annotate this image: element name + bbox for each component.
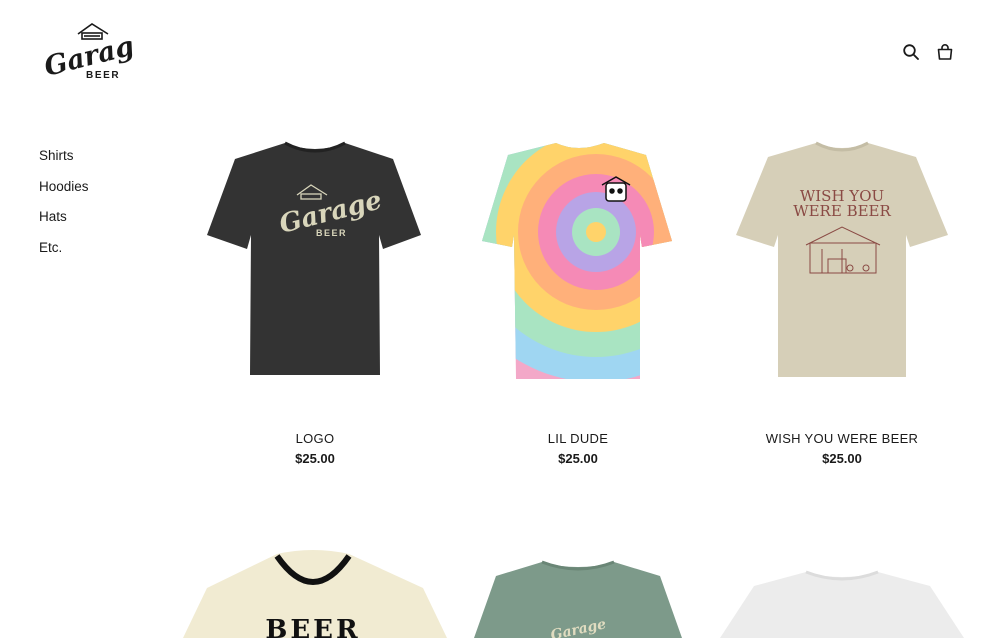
nav-item-shirts[interactable]: Shirts xyxy=(39,148,89,179)
product-image-wish-shirt[interactable]: WISH YOU WERE BEER xyxy=(710,137,974,397)
product-card-logo[interactable]: Garage BEER LOGO $25.00 xyxy=(183,137,447,466)
product-name[interactable]: LIL DUDE xyxy=(446,431,710,446)
product-image-beer-ringer-shirt[interactable]: BEER xyxy=(183,548,447,638)
product-card-wish-you-were-beer[interactable]: WISH YOU WERE BEER WISH YOU WERE BEER $2… xyxy=(710,137,974,466)
product-price: $25.00 xyxy=(822,451,862,466)
product-image-logo-shirt[interactable]: Garage BEER xyxy=(183,137,447,397)
product-card-row2-3[interactable] xyxy=(710,548,974,638)
product-card-row2-2[interactable]: Garage xyxy=(446,548,710,638)
product-price: $25.00 xyxy=(295,451,335,466)
shirt-print-word: BEER xyxy=(265,615,360,638)
logo-sub: BEER xyxy=(86,70,120,81)
shirt-print-line2: WERE BEER xyxy=(793,202,891,220)
product-card-row2-1[interactable]: BEER xyxy=(183,548,447,638)
header-actions xyxy=(902,43,954,61)
tie-dye-pattern xyxy=(482,143,672,379)
search-icon[interactable] xyxy=(902,43,920,61)
shirt-shape xyxy=(720,572,964,638)
shirt-shape xyxy=(207,143,421,375)
product-name[interactable]: LOGO xyxy=(183,431,447,446)
nav-item-hats[interactable]: Hats xyxy=(39,209,89,240)
product-card-lil-dude[interactable]: LIL DUDE $25.00 xyxy=(446,137,710,466)
nav-item-hoodies[interactable]: Hoodies xyxy=(39,179,89,210)
nav-item-etc[interactable]: Etc. xyxy=(39,240,89,271)
category-nav: Shirts Hoodies Hats Etc. xyxy=(39,148,89,270)
product-name[interactable]: WISH YOU WERE BEER xyxy=(710,431,974,446)
garage-beer-logo[interactable]: Garage BEER xyxy=(38,20,134,84)
bag-icon[interactable] xyxy=(936,43,954,61)
product-price: $25.00 xyxy=(558,451,598,466)
product-image-green-shirt[interactable]: Garage xyxy=(446,548,710,638)
product-image-lil-dude-shirt[interactable] xyxy=(446,137,710,397)
shirt-print-sub: BEER xyxy=(316,228,347,238)
product-image-white-shirt[interactable] xyxy=(710,548,974,638)
